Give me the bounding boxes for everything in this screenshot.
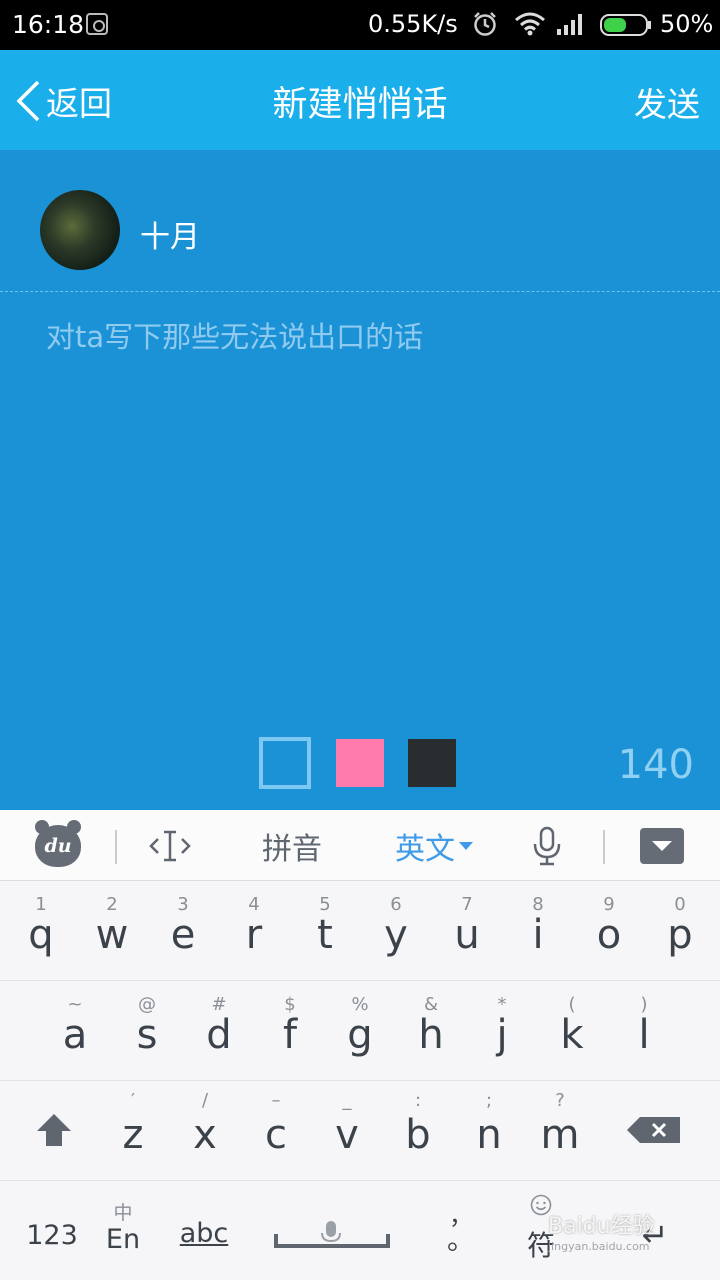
wifi-icon	[515, 12, 545, 36]
recipient-avatar[interactable]	[40, 190, 120, 270]
key-x[interactable]: / x	[170, 1082, 240, 1181]
send-button[interactable]: 发送	[634, 78, 700, 126]
key-w[interactable]: 2w	[77, 882, 147, 981]
key-t[interactable]: 5t	[290, 882, 360, 981]
key-j[interactable]: * j	[467, 982, 537, 1081]
baidu-input-logo-button[interactable]: du	[26, 810, 90, 881]
color-swatch-blue[interactable]	[259, 737, 311, 789]
network-speed: 0.55K/s	[368, 10, 458, 38]
keyboard-row-2: ~ a @ s # d $ f % g & h * j (k ) l	[0, 982, 720, 1081]
status-time: 16:18	[12, 10, 85, 39]
key-z[interactable]: ′ z	[98, 1082, 168, 1181]
pinyin-mode-button[interactable]: 拼音	[250, 810, 334, 881]
emoji-icon	[530, 1194, 552, 1216]
title-bar: 返回 新建悄悄话 发送	[0, 50, 720, 150]
divider	[0, 291, 720, 292]
pinyin-label: 拼音	[262, 831, 322, 867]
punctuation-key[interactable]: ， 。	[426, 1182, 496, 1280]
message-input[interactable]	[46, 314, 676, 694]
key-i[interactable]: 8i	[503, 882, 573, 981]
keyboard-toolbar: du 拼音 英文	[0, 810, 720, 881]
key-d[interactable]: # d	[184, 982, 254, 1081]
space-key[interactable]	[262, 1182, 402, 1280]
chevron-left-icon	[16, 80, 40, 122]
space-bar-mic-icon	[274, 1221, 390, 1248]
key-u[interactable]: 7u	[432, 882, 502, 981]
text-cursor-icon	[149, 830, 191, 861]
toolbar-separator	[603, 830, 605, 864]
key-p[interactable]: 0p	[645, 882, 715, 981]
char-counter: 140	[617, 742, 694, 788]
voice-input-button[interactable]	[522, 810, 572, 881]
key-y[interactable]: 6y	[361, 882, 431, 981]
abc-key[interactable]: abc	[166, 1182, 242, 1280]
english-mode-dropdown[interactable]: 英文	[384, 810, 484, 881]
baidu-du-icon: du	[35, 819, 81, 867]
key-c[interactable]: – c	[241, 1082, 311, 1181]
hide-keyboard-button[interactable]	[636, 810, 688, 881]
key-b[interactable]: :b	[383, 1082, 453, 1181]
keyboard: du 拼音 英文 1 q 2 w 3 e 4 r 5 t 6 y 7 u 8 i…	[0, 810, 720, 1280]
numbers-key[interactable]: 123	[14, 1182, 90, 1280]
key-n[interactable]: ; n	[454, 1082, 524, 1181]
recipient-name: 十月	[140, 220, 200, 255]
notification-app-icon	[86, 13, 108, 35]
color-swatch-pink[interactable]	[336, 739, 384, 787]
battery-percent: 50%	[660, 10, 714, 38]
back-button[interactable]: 返回	[14, 76, 112, 126]
keyboard-row-1: 1q 2w 3e 4r 5t 6y 7u 8i 9o 0p	[0, 882, 720, 981]
key-s[interactable]: @ s	[112, 982, 182, 1081]
toolbar-separator	[115, 830, 117, 864]
microphone-icon	[533, 826, 561, 865]
key-q[interactable]: 1q	[6, 882, 76, 981]
key-a[interactable]: ~ a	[40, 982, 110, 1081]
cursor-move-button[interactable]	[140, 810, 200, 881]
keyboard-row-3: ′ z / x – c _ v :b ; n ? m	[0, 1082, 720, 1181]
keyboard-hide-icon	[640, 827, 684, 864]
backspace-icon	[627, 1117, 680, 1143]
key-h[interactable]: & h	[396, 982, 466, 1081]
language-toggle-key[interactable]: 中 En	[90, 1182, 156, 1280]
key-k[interactable]: (k	[537, 982, 607, 1081]
status-bar: 16:18 0.55K/s 50%	[0, 0, 720, 50]
caret-down-icon	[459, 841, 473, 850]
alarm-icon	[474, 12, 496, 36]
key-m[interactable]: ? m	[525, 1082, 595, 1181]
key-v[interactable]: _ v	[312, 1082, 382, 1181]
compose-area: 十月 140	[0, 150, 720, 810]
back-label: 返回	[46, 84, 112, 123]
enter-key[interactable]: ↵	[610, 1182, 700, 1280]
key-f[interactable]: $ f	[255, 982, 325, 1081]
key-g[interactable]: % g	[325, 982, 395, 1081]
shift-key[interactable]	[10, 1082, 96, 1181]
shift-arrow-icon	[37, 1114, 71, 1146]
symbols-key[interactable]: 符	[506, 1182, 576, 1280]
key-e[interactable]: 3e	[148, 882, 218, 981]
key-l[interactable]: ) l	[609, 982, 679, 1081]
key-o[interactable]: 9o	[574, 882, 644, 981]
color-swatch-dark[interactable]	[408, 739, 456, 787]
signal-icon	[557, 14, 582, 35]
delete-key[interactable]	[612, 1082, 698, 1181]
english-label: 英文	[395, 831, 455, 867]
battery-icon	[600, 14, 651, 36]
key-r[interactable]: 4r	[219, 882, 289, 981]
keyboard-row-4: 123 中 En abc ， 。 符 ↵	[0, 1182, 720, 1280]
